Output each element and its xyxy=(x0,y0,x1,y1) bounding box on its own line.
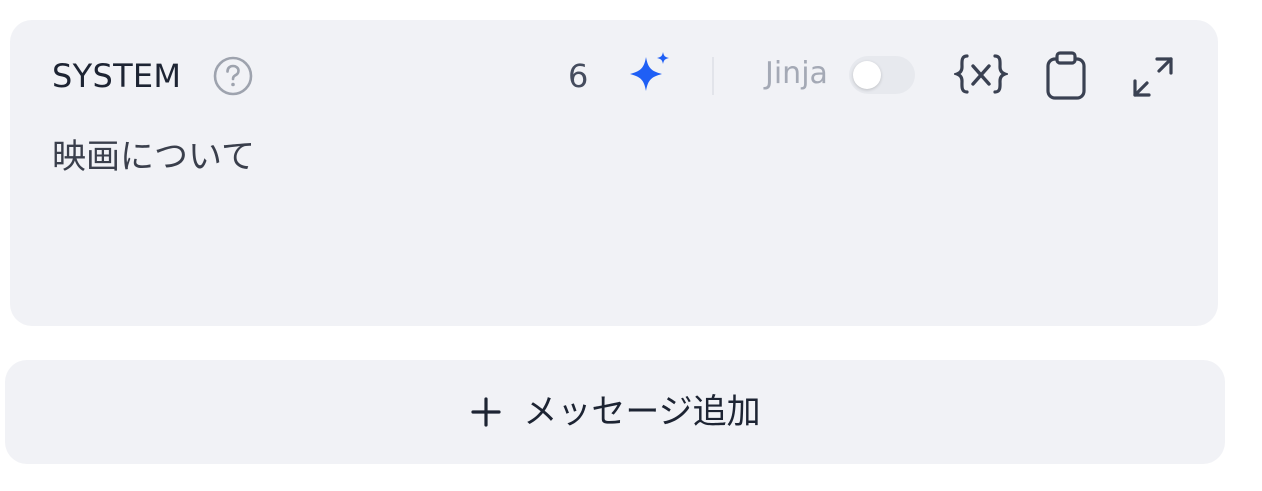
variable-braces-icon[interactable] xyxy=(954,50,1008,98)
token-count: 6 xyxy=(568,57,589,95)
system-message-card: SYSTEM 6 Jinja 映画について xyxy=(10,20,1218,326)
expand-icon[interactable] xyxy=(1128,52,1178,102)
help-circle-icon[interactable] xyxy=(212,55,254,97)
add-message-button[interactable]: メッセージ追加 xyxy=(5,360,1225,464)
add-message-label: メッセージ追加 xyxy=(523,392,761,432)
jinja-toggle[interactable] xyxy=(849,56,915,94)
jinja-label: Jinja xyxy=(765,56,828,91)
header-divider xyxy=(712,57,714,95)
toggle-knob xyxy=(853,61,881,89)
plus-icon xyxy=(471,397,501,427)
system-prompt-editor[interactable]: 映画について xyxy=(52,132,1172,292)
role-label: SYSTEM xyxy=(52,57,182,95)
clipboard-icon[interactable] xyxy=(1044,50,1088,102)
system-message-header: SYSTEM 6 Jinja xyxy=(10,20,1218,130)
ai-sparkle-icon[interactable] xyxy=(625,50,673,98)
